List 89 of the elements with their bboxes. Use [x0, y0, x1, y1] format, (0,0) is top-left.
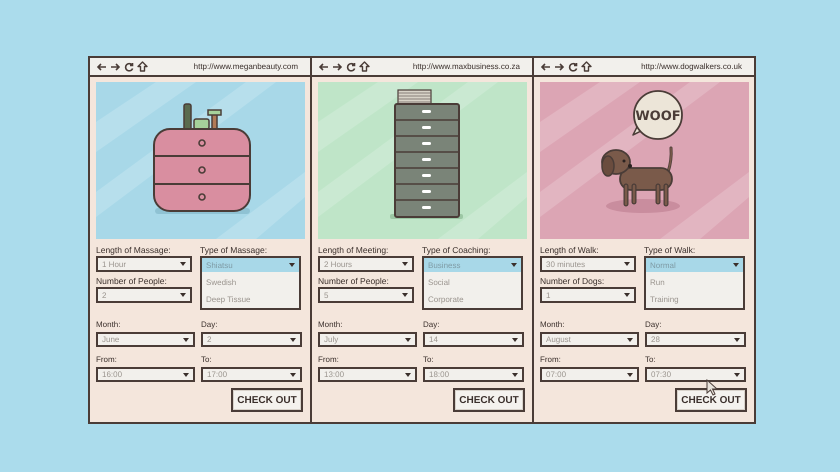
url-text[interactable]: http://www.maxbusiness.co.za: [412, 62, 520, 71]
select-field[interactable]: 07:30: [645, 367, 746, 382]
field-label: From:: [96, 355, 117, 364]
field-label: Day:: [201, 320, 218, 329]
field-label: Number of Dogs:: [540, 276, 606, 287]
field-label: To:: [423, 355, 434, 364]
caret-icon: [511, 263, 517, 267]
field-label: From:: [318, 355, 339, 364]
select-field[interactable]: 1: [540, 287, 636, 303]
select-field[interactable]: 2: [201, 332, 302, 347]
select-field[interactable]: 5: [318, 287, 414, 303]
dropdown-option[interactable]: Normal: [646, 258, 743, 272]
dropdown-option[interactable]: Run: [646, 275, 743, 289]
select-field[interactable]: August: [540, 332, 639, 347]
speech-text: WOOF: [635, 109, 681, 124]
caret-icon: [627, 338, 633, 342]
select-field[interactable]: 16:00: [96, 367, 195, 382]
field-label: Number of People:: [96, 276, 168, 287]
reload-icon[interactable]: [124, 62, 134, 72]
dropdown-option[interactable]: Swedish: [202, 275, 299, 289]
caret-icon: [402, 262, 408, 266]
reload-icon[interactable]: [346, 62, 356, 72]
caret-icon: [290, 372, 296, 376]
select-field[interactable]: 30 minutes: [540, 256, 636, 272]
caret-icon: [733, 263, 739, 267]
back-arrow-icon[interactable]: [96, 62, 107, 72]
dropdown-option[interactable]: Shiatsu: [202, 258, 299, 272]
check-out-button[interactable]: CHECK OUT: [675, 388, 747, 412]
select-field[interactable]: June: [96, 332, 195, 347]
caret-icon: [734, 338, 740, 342]
check-out-button[interactable]: CHECK OUT: [231, 388, 303, 412]
home-arrow-icon[interactable]: [581, 61, 592, 72]
caret-icon: [512, 338, 518, 342]
home-arrow-icon[interactable]: [137, 61, 148, 72]
home-arrow-icon[interactable]: [359, 61, 370, 72]
field-label: Length of Meeting:: [318, 245, 390, 256]
field-label: Length of Walk:: [540, 245, 600, 256]
caret-icon: [290, 338, 296, 342]
caret-icon: [627, 372, 633, 376]
dropdown-option[interactable]: Deep Tissue: [202, 292, 299, 306]
caret-icon: [405, 372, 411, 376]
field-label: Number of People:: [318, 276, 390, 287]
forward-arrow-icon[interactable]: [554, 62, 565, 72]
select-field[interactable]: 17:00: [201, 367, 302, 382]
mouse-pointer-icon: [706, 379, 718, 396]
field-label: Type of Coaching:: [422, 245, 492, 256]
field-label: To:: [645, 355, 656, 364]
field-label: From:: [540, 355, 561, 364]
forward-arrow-icon[interactable]: [332, 62, 343, 72]
url-text[interactable]: http://www.dogwalkers.co.uk: [641, 62, 742, 71]
select-field[interactable]: July: [318, 332, 417, 347]
dropdown-option[interactable]: Business: [424, 258, 521, 272]
select-field[interactable]: 1 Hour: [96, 256, 192, 272]
select-field[interactable]: 2: [96, 287, 192, 303]
caret-icon: [289, 263, 295, 267]
dropdown-option[interactable]: Training: [646, 292, 743, 306]
field-label: Type of Massage:: [200, 245, 268, 256]
check-out-button[interactable]: CHECK OUT: [453, 388, 525, 412]
caret-icon: [624, 262, 630, 266]
select-field[interactable]: 14: [423, 332, 524, 347]
field-label: Day:: [423, 320, 440, 329]
reload-icon[interactable]: [568, 62, 578, 72]
select-field[interactable]: 13:00: [318, 367, 417, 382]
caret-icon: [405, 338, 411, 342]
back-arrow-icon[interactable]: [540, 62, 551, 72]
caret-icon: [512, 372, 518, 376]
dropdown-option[interactable]: Social: [424, 275, 521, 289]
caret-icon: [734, 372, 740, 376]
field-label: Length of Massage:: [96, 245, 172, 256]
select-field[interactable]: 2 Hours: [318, 256, 414, 272]
field-label: Month:: [540, 320, 564, 329]
field-label: To:: [201, 355, 212, 364]
select-field[interactable]: 18:00: [423, 367, 524, 382]
caret-icon: [183, 338, 189, 342]
url-text[interactable]: http://www.meganbeauty.com: [194, 62, 298, 71]
caret-icon: [183, 372, 189, 376]
caret-icon: [624, 293, 630, 297]
select-field[interactable]: 07:00: [540, 367, 639, 382]
caret-icon: [180, 293, 186, 297]
dropdown-option[interactable]: Corporate: [424, 292, 521, 306]
select-field[interactable]: 28: [645, 332, 746, 347]
field-label: Month:: [96, 320, 120, 329]
back-arrow-icon[interactable]: [318, 62, 329, 72]
field-label: Day:: [645, 320, 662, 329]
forward-arrow-icon[interactable]: [110, 62, 121, 72]
caret-icon: [180, 262, 186, 266]
field-label: Type of Walk:: [644, 245, 696, 256]
caret-icon: [402, 293, 408, 297]
field-label: Month:: [318, 320, 342, 329]
